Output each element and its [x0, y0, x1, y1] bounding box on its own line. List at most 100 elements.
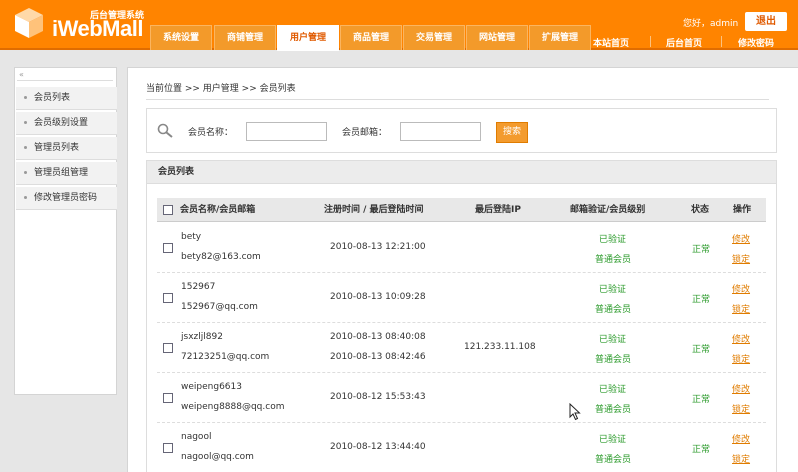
sidebar-item-member-level[interactable]: 会员级别设置 — [16, 112, 117, 135]
breadcrumb: 当前位置 >> 用户管理 >> 会员列表 — [146, 84, 296, 94]
sidebar-item-label: 会员列表 — [34, 93, 71, 103]
bullet-icon — [24, 146, 27, 149]
bullet-icon — [24, 196, 27, 199]
tab-trade-management[interactable]: 交易管理 — [403, 25, 465, 50]
tab-product-management[interactable]: 商品管理 — [340, 25, 402, 50]
change-password-link[interactable]: 修改密码 — [738, 36, 774, 49]
member-list-panel: 会员列表 会员名称/会员邮箱 注册时间 / 最后登陆时间 最后登陆IP 邮箱验证… — [146, 160, 777, 472]
account-status: 正常 — [692, 395, 711, 405]
bullet-icon — [24, 171, 27, 174]
lock-link[interactable]: 锁定 — [732, 302, 750, 315]
sidebar-item-label: 管理员列表 — [34, 143, 80, 153]
member-level: 普通会员 — [595, 305, 632, 315]
logout-button[interactable]: 退出 — [745, 12, 787, 31]
column-header-verify: 邮箱验证/会员级别 — [570, 205, 646, 215]
sidebar: « 会员列表 会员级别设置 管理员列表 管理员组管理 修改管理员密码 — [14, 67, 117, 395]
tab-user-management[interactable]: 用户管理 — [277, 25, 339, 51]
member-name: 152967 — [181, 282, 216, 292]
edit-link[interactable]: 修改 — [732, 382, 750, 395]
select-all-checkbox[interactable] — [163, 205, 173, 215]
row-checkbox[interactable] — [163, 393, 173, 403]
divider — [146, 99, 769, 100]
logo-cube-icon — [15, 8, 43, 38]
member-email: 152967@qq.com — [181, 302, 258, 312]
member-level: 普通会员 — [595, 255, 632, 265]
sidebar-item-label: 管理员组管理 — [34, 168, 89, 178]
sidebar-item-member-list[interactable]: 会员列表 — [16, 87, 117, 110]
register-time: 2010-08-13 12:21:00 — [330, 242, 426, 252]
sidebar-item-admin-password[interactable]: 修改管理员密码 — [16, 187, 117, 210]
lock-link[interactable]: 锁定 — [732, 402, 750, 415]
mouse-cursor-icon — [569, 403, 581, 421]
member-level: 普通会员 — [595, 455, 632, 465]
row-checkbox[interactable] — [163, 243, 173, 253]
lock-link[interactable]: 锁定 — [732, 352, 750, 365]
email-verified-status: 已验证 — [599, 235, 627, 245]
email-verified-status: 已验证 — [599, 285, 627, 295]
edit-link[interactable]: 修改 — [732, 332, 750, 345]
site-home-link[interactable]: 本站首页 — [593, 36, 629, 49]
member-name: bety — [181, 232, 202, 242]
member-email: nagool@qq.com — [181, 452, 254, 462]
sidebar-item-admin-group[interactable]: 管理员组管理 — [16, 162, 117, 185]
email-verified-status: 已验证 — [599, 435, 627, 445]
main-content: 当前位置 >> 用户管理 >> 会员列表 会员名称： 会员邮箱： 搜索 会员列表… — [127, 67, 798, 472]
bullet-icon — [24, 96, 27, 99]
register-time: 2010-08-13 08:40:08 — [330, 332, 426, 342]
sidebar-collapse-handle[interactable]: « — [17, 70, 113, 81]
logo[interactable]: 后台管理系统 iWebMall — [12, 4, 162, 46]
member-level: 普通会员 — [595, 355, 632, 365]
edit-link[interactable]: 修改 — [732, 282, 750, 295]
account-status: 正常 — [692, 445, 711, 455]
email-verified-status: 已验证 — [599, 335, 627, 345]
logo-name: iWebMall — [52, 16, 143, 41]
tab-extension-management[interactable]: 扩展管理 — [529, 25, 591, 50]
tab-shop-management[interactable]: 商铺管理 — [214, 25, 276, 50]
edit-link[interactable]: 修改 — [732, 232, 750, 245]
last-login-ip: 121.233.11.108 — [464, 342, 536, 352]
table-row: weipeng6613 weipeng8888@qq.com 2010-08-12 … — [157, 373, 766, 423]
tab-system-settings[interactable]: 系统设置 — [150, 25, 212, 50]
sidebar-item-label: 会员级别设置 — [34, 118, 89, 128]
account-status: 正常 — [692, 295, 711, 305]
sidebar-item-admin-list[interactable]: 管理员列表 — [16, 137, 117, 160]
lock-link[interactable]: 锁定 — [732, 252, 750, 265]
account-status: 正常 — [692, 345, 711, 355]
collapse-icon: « — [19, 70, 24, 79]
panel-title: 会员列表 — [147, 161, 776, 184]
member-email: weipeng8888@qq.com — [181, 402, 285, 412]
member-name: nagool — [181, 432, 212, 442]
register-time: 2010-08-12 13:44:40 — [330, 442, 426, 452]
row-checkbox[interactable] — [163, 343, 173, 353]
search-form: 会员名称： 会员邮箱： 搜索 — [146, 108, 777, 153]
member-name: jsxzljl892 — [181, 332, 223, 342]
row-checkbox[interactable] — [163, 293, 173, 303]
register-time: 2010-08-12 15:53:43 — [330, 392, 426, 402]
account-status: 正常 — [692, 245, 711, 255]
lock-link[interactable]: 锁定 — [732, 452, 750, 465]
member-email-label: 会员邮箱： — [342, 128, 388, 138]
member-email-input[interactable] — [400, 122, 481, 141]
search-icon — [157, 123, 173, 138]
divider — [650, 36, 651, 47]
member-email: bety82@163.com — [181, 252, 261, 262]
table-row: nagool nagool@qq.com 2010-08-12 13:44:40 已验… — [157, 423, 766, 472]
member-email: 72123251@qq.com — [181, 352, 270, 362]
column-header-time: 注册时间 / 最后登陆时间 — [324, 205, 424, 215]
member-name-label: 会员名称： — [188, 128, 234, 138]
member-name: weipeng6613 — [181, 382, 242, 392]
search-button[interactable]: 搜索 — [496, 122, 528, 143]
register-time: 2010-08-13 10:09:28 — [330, 292, 426, 302]
top-header: 后台管理系统 iWebMall 系统设置 商铺管理 用户管理 商品管理 交易管理… — [0, 0, 798, 51]
table-row: 152967 152967@qq.com 2010-08-13 10:09:28 已验… — [157, 273, 766, 323]
tab-site-management[interactable]: 网站管理 — [466, 25, 528, 50]
sidebar-item-label: 修改管理员密码 — [34, 193, 98, 203]
table-header: 会员名称/会员邮箱 注册时间 / 最后登陆时间 最后登陆IP 邮箱验证/会员级别… — [157, 198, 766, 222]
member-name-input[interactable] — [246, 122, 327, 141]
column-header-status: 状态 — [691, 205, 710, 215]
row-checkbox[interactable] — [163, 443, 173, 453]
last-login-time: 2010-08-13 08:42:46 — [330, 352, 426, 362]
edit-link[interactable]: 修改 — [732, 432, 750, 445]
member-level: 普通会员 — [595, 405, 632, 415]
admin-home-link[interactable]: 后台首页 — [666, 36, 702, 49]
